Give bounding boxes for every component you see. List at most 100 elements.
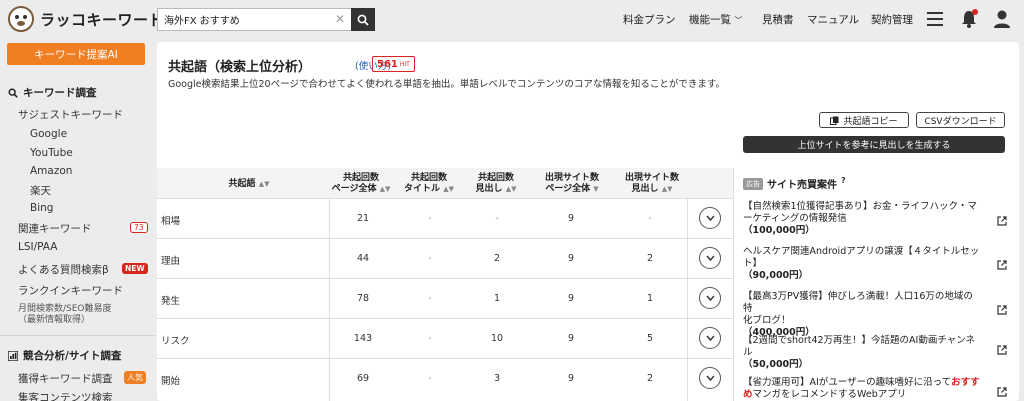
ad-line1: ヘルスケア関連Androidアプリの譲渡【４タイトルセッ — [743, 246, 980, 257]
sidebar-item-amazon[interactable]: Amazon — [30, 165, 72, 177]
external-link-icon[interactable] — [997, 260, 1007, 273]
ad-line2: ーケティングの情報発信 — [743, 213, 847, 224]
cell-sites-heading: 1 — [646, 293, 654, 304]
copy-label: 共起語コピー — [843, 116, 898, 127]
external-link-icon[interactable] — [997, 387, 1007, 400]
bell-icon[interactable] — [960, 9, 978, 32]
th-sites-heading[interactable]: 出現サイト数 見出し ▲▼ — [611, 173, 693, 195]
cell-sites-heading: 2 — [646, 253, 654, 264]
search-bar: ✕ — [157, 8, 375, 31]
cell-sites-page: 9 — [567, 373, 575, 384]
new-badge: NEW — [122, 263, 148, 274]
th-count-heading[interactable]: 共起回数 見出し ▲▼ — [463, 173, 529, 195]
nav-estimate[interactable]: 見積書 — [762, 12, 794, 27]
cell-count-heading: 10 — [490, 333, 504, 344]
th-word[interactable]: 共起語 ▲▼ — [199, 179, 299, 190]
sidebar-item-lsi[interactable]: LSI/PAA — [18, 241, 57, 253]
section-label: キーワード調査 — [23, 87, 97, 99]
main-card: 共起語（検索上位分析） (使い方) 561 HIT Google検索結果上位20… — [157, 42, 1019, 401]
sidebar-divider — [0, 335, 155, 336]
sidebar-item-suggest[interactable]: サジェストキーワード — [18, 107, 123, 122]
hit-count-badge: 561 HIT — [372, 56, 415, 72]
cell-count-page: 21 — [356, 213, 370, 224]
external-link-icon[interactable] — [997, 345, 1007, 358]
table-divider — [157, 358, 733, 359]
sidebar-item-monthly[interactable]: 月間検索数/SEO難易度 （最新情報取得） — [18, 304, 112, 326]
th-sites-page[interactable]: 出現サイト数 ページ全体 ▼ — [532, 173, 612, 195]
ad-line2: 化ブログ！ — [743, 315, 791, 326]
sidebar-item-bing[interactable]: Bing — [30, 202, 53, 214]
copy-button[interactable]: 共起語コピー — [819, 112, 909, 128]
search-button[interactable] — [351, 8, 375, 31]
th-word-label: 共起語 — [228, 179, 256, 189]
logo[interactable]: ラッコキーワード — [8, 6, 164, 32]
keyword-ai-button[interactable]: キーワード提案AI — [7, 43, 145, 65]
ad-line2: マンガをレコメンドするWebアプリ — [752, 389, 907, 400]
th-l1: 出現サイト数 — [544, 173, 599, 183]
sidebar-item-faq[interactable]: よくある質問検索β — [18, 262, 109, 277]
ads-title: サイト売買案件 — [767, 180, 837, 191]
ad-item[interactable]: 【最高3万PV獲得】伸びしろ満載！人口16万の地域の特 化ブログ！ （400,0… — [743, 291, 981, 339]
nav-contract[interactable]: 契約管理 — [871, 12, 913, 27]
cell-sites-heading: 2 — [646, 373, 654, 384]
search-input[interactable] — [157, 8, 352, 31]
expand-row-button[interactable] — [699, 367, 721, 389]
generate-headings-button[interactable]: 上位サイトを参考に見出しを生成する — [743, 136, 1005, 153]
cell-count-page: 143 — [353, 333, 373, 344]
expand-row-button[interactable] — [699, 287, 721, 309]
table-divider — [157, 198, 733, 199]
ad-price: （90,000円） — [743, 270, 809, 281]
expand-row-button[interactable] — [699, 247, 721, 269]
clear-icon[interactable]: ✕ — [335, 12, 345, 26]
th-l2: タイトル — [404, 184, 441, 194]
chevron-down-icon — [705, 375, 715, 381]
sort-desc-icon: ▼ — [593, 185, 599, 193]
logo-text: ラッコキーワード — [40, 10, 165, 29]
ad-item[interactable]: 【省力運用可】AIがユーザーの趣味嗜好に沿っておすす めマンガをレコメンドするW… — [743, 377, 981, 401]
nav-features[interactable]: 機能一覧 ﹀ — [689, 12, 742, 27]
page-description: Google検索結果上位20ページで合わせてよく使われる単語を抽出。単語レベルで… — [168, 79, 725, 90]
th-l1: 出現サイト数 — [624, 173, 679, 183]
expand-row-button[interactable] — [699, 327, 721, 349]
external-link-icon[interactable] — [997, 216, 1007, 229]
th-count-title[interactable]: 共起回数 タイトル ▲▼ — [396, 173, 462, 195]
sidebar-item-related[interactable]: 関連キーワード — [18, 221, 92, 236]
th-l1: 共起回数 — [477, 173, 514, 183]
user-icon[interactable] — [993, 9, 1011, 32]
cell-count-heading: - — [495, 213, 499, 224]
cell-sites-heading: 5 — [646, 333, 654, 344]
ad-item[interactable]: 【2週間でshort42万再生！】今話題のAI動画チャンネル （50,000円） — [743, 335, 981, 371]
external-link-icon[interactable] — [997, 305, 1007, 318]
sidebar-item-content[interactable]: 集客コンテンツ検索 — [18, 390, 113, 401]
ad-item[interactable]: ヘルスケア関連Androidアプリの譲渡【４タイトルセッ ト】 （90,000円… — [743, 246, 981, 282]
sidebar-item-rankin[interactable]: ランクインキーワード — [18, 283, 123, 298]
th-l1: 共起回数 — [342, 173, 379, 183]
nav-pricing[interactable]: 料金プラン — [623, 12, 676, 27]
ad-line2: ト】 — [743, 258, 763, 269]
search-icon — [357, 14, 369, 26]
cell-count-title: - — [428, 373, 432, 384]
menu-icon[interactable] — [927, 12, 943, 29]
section-label: 競合分析/サイト調査 — [23, 350, 122, 362]
ad-price: （100,000円） — [743, 225, 815, 236]
nav-manual[interactable]: マニュアル — [807, 12, 859, 27]
expand-row-button[interactable] — [699, 207, 721, 229]
ad-item[interactable]: 【自然検索1位獲得記事あり】お金・ライフハック・マ ーケティングの情報発信 （1… — [743, 201, 981, 237]
sidebar-item-google[interactable]: Google — [30, 128, 67, 140]
cell-sites-heading: - — [648, 213, 652, 224]
help-icon[interactable]: ? — [841, 176, 846, 185]
th-count-page[interactable]: 共起回数 ページ全体 ▲▼ — [327, 173, 395, 195]
ad-highlight: おすす — [951, 377, 980, 388]
sidebar-item-rakuten[interactable]: 楽天 — [30, 183, 51, 198]
ad-highlight: め — [743, 389, 753, 400]
hit-count: 561 — [377, 58, 398, 70]
ad-line1: 【自然検索1位獲得記事あり】お金・ライフハック・マ — [743, 201, 977, 212]
csv-download-button[interactable]: CSVダウンロード — [916, 112, 1005, 128]
sidebar-item-acquired[interactable]: 獲得キーワード調査 — [18, 371, 113, 386]
th-l2: 見出し — [475, 184, 503, 194]
sidebar-item-youtube[interactable]: YouTube — [30, 147, 73, 159]
app-header: ラッコキーワード ✕ 料金プラン 機能一覧 ﹀ 見積書 マニュアル 契約管理 — [0, 0, 1024, 40]
ad-line1: 【2週間でshort42万再生！】今話題のAI動画チャンネル — [743, 335, 976, 358]
chevron-down-icon — [705, 255, 715, 261]
nav-features-label: 機能一覧 — [689, 14, 731, 26]
